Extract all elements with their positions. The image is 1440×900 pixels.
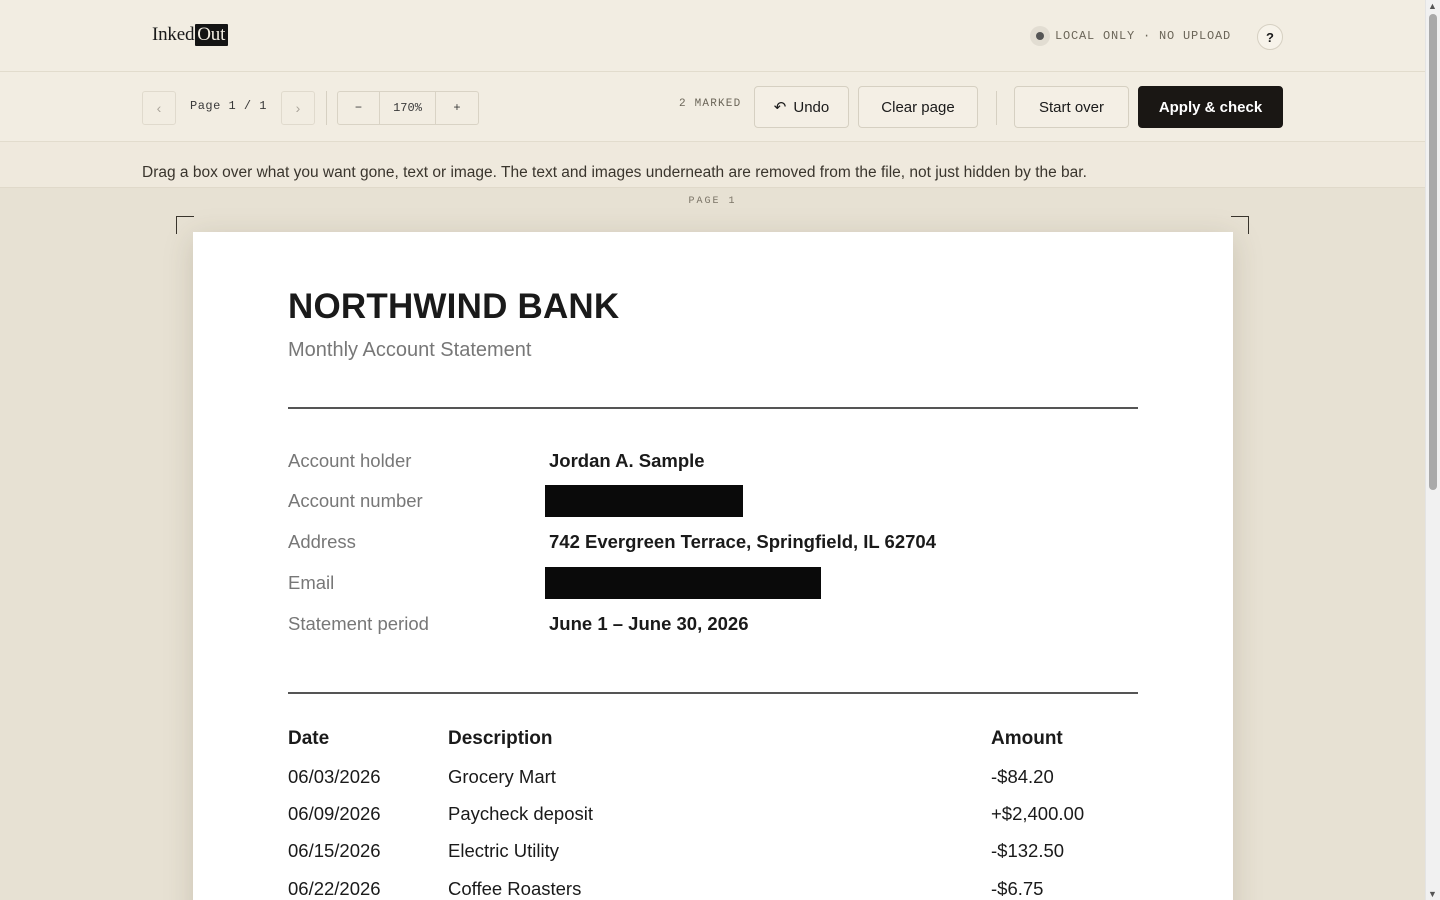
table-cell-description: Grocery Mart [448,766,556,787]
marked-count: 2 MARKED [679,98,742,110]
app-logo[interactable]: Inked Out [152,24,229,46]
scroll-down-arrow-icon[interactable]: ▼ [1428,889,1437,899]
table-cell-date: 06/22/2026 [288,878,381,899]
crop-corner-mark [176,216,194,234]
table-header-description: Description [448,728,553,749]
apply-check-button[interactable]: Apply & check [1138,86,1283,128]
instruction-text: Drag a box over what you want gone, text… [142,164,1087,181]
info-label: Statement period [288,613,429,634]
top-bar: Inked Out LOCAL ONLY · NO UPLOAD ? [0,0,1425,72]
undo-button[interactable]: ↶ Undo [754,86,849,128]
page-caption: PAGE 1 [688,196,737,207]
vertical-scrollbar[interactable]: ▲ ▼ [1425,0,1440,900]
table-header-amount: Amount [991,728,1063,749]
zoom-in-button[interactable]: + [436,92,478,124]
document-subtitle: Monthly Account Statement [288,339,532,361]
section-divider [288,407,1138,409]
undo-icon: ↶ [773,99,787,116]
prev-page-button[interactable]: ‹ [142,91,176,125]
info-label: Account holder [288,450,412,471]
zoom-control: − 170% + [337,91,479,125]
scroll-up-arrow-icon[interactable]: ▲ [1428,1,1437,11]
info-value: Jordan A. Sample [549,450,705,471]
zoom-out-button[interactable]: − [338,92,380,124]
toolbar-divider [996,91,997,125]
table-cell-date: 06/03/2026 [288,766,381,787]
info-label: Email [288,572,335,593]
clear-page-button[interactable]: Clear page [858,86,978,128]
next-page-button[interactable]: › [281,91,315,125]
page-indicator: Page 1 / 1 [190,99,268,113]
table-cell-amount: -$132.50 [991,840,1065,861]
document-page[interactable]: NORTHWIND BANK Monthly Account Statement… [193,232,1233,900]
logo-text-out: Out [195,24,229,46]
table-header-date: Date [288,728,330,749]
instruction-bar: Drag a box over what you want gone, text… [0,142,1425,188]
table-cell-description: Coffee Roasters [448,878,582,899]
local-only-text: LOCAL ONLY · NO UPLOAD [1055,29,1232,43]
toolbar: ‹ Page 1 / 1 › − 170% + 2 MARKED ↶ Undo … [0,72,1425,142]
undo-label: Undo [793,98,830,116]
scrollbar-thumb[interactable] [1429,14,1437,490]
table-cell-date: 06/15/2026 [288,840,381,861]
status-dot-icon [1030,26,1050,46]
toolbar-divider [326,91,327,125]
crop-corner-mark [1231,216,1249,234]
table-cell-amount: -$6.75 [991,878,1044,899]
section-divider [288,692,1138,694]
table-cell-amount: -$84.20 [991,766,1054,787]
info-value: June 1 – June 30, 2026 [549,613,749,634]
help-button[interactable]: ? [1257,24,1283,50]
local-only-badge: LOCAL ONLY · NO UPLOAD [1030,25,1231,47]
redaction-box[interactable] [545,485,743,517]
start-over-button[interactable]: Start over [1014,86,1129,128]
info-value: 742 Evergreen Terrace, Springfield, IL 6… [549,531,936,552]
logo-text-inked: Inked [152,24,195,45]
redaction-box[interactable] [545,567,821,599]
document-title: NORTHWIND BANK [288,287,620,326]
info-label: Account number [288,490,423,511]
table-cell-description: Paycheck deposit [448,803,594,824]
info-label: Address [288,531,356,552]
table-cell-amount: +$2,400.00 [991,803,1085,824]
table-cell-date: 06/09/2026 [288,803,381,824]
table-cell-description: Electric Utility [448,840,560,861]
zoom-level: 170% [380,92,436,124]
